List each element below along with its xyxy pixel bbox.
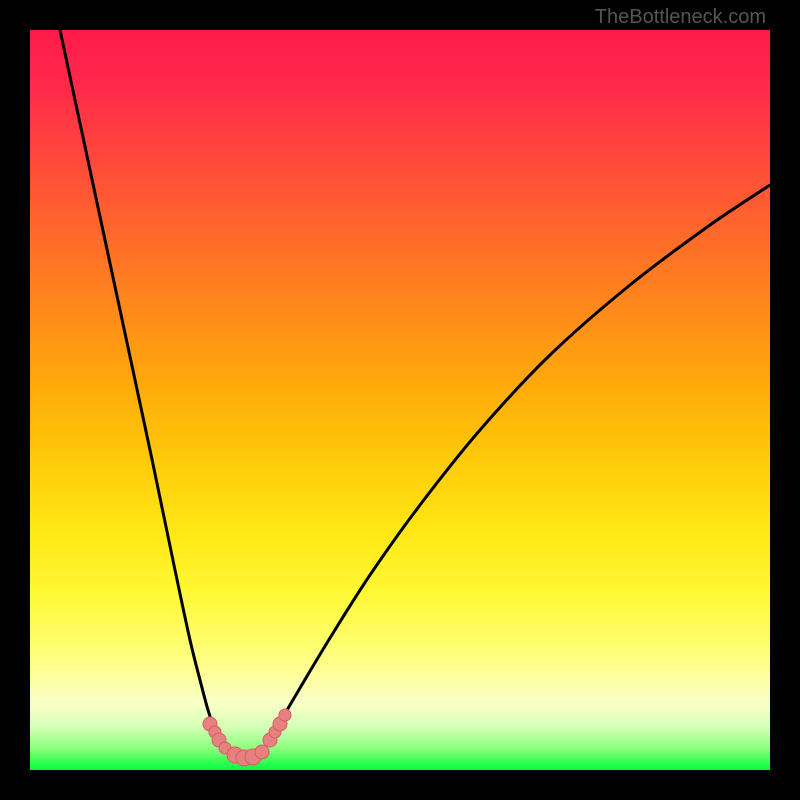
- chart-frame: [0, 0, 800, 800]
- watermark-text: TheBottleneck.com: [595, 6, 766, 29]
